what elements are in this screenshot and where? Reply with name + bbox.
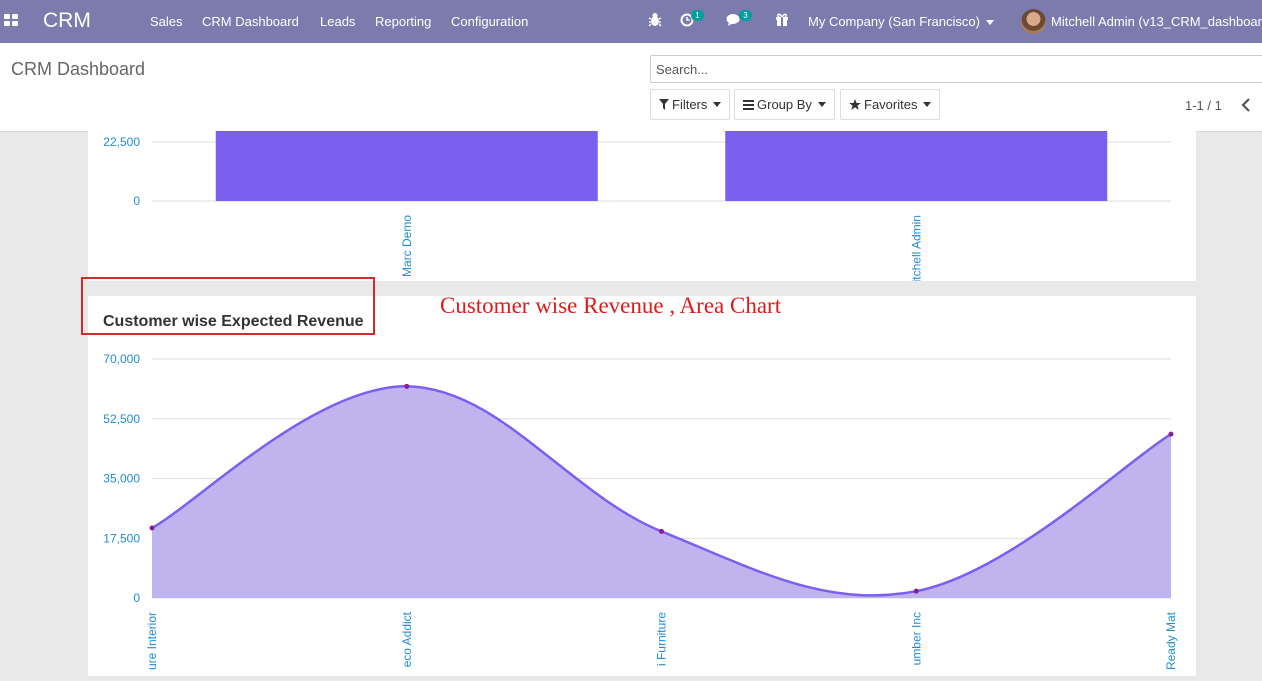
groupby-button[interactable]: Group By [734,89,835,120]
chevron-down-icon [985,20,994,26]
y-tick-label: 52,500 [103,412,140,426]
company-name: My Company (San Francisco) [808,14,980,29]
data-point [659,528,664,534]
menu-leads[interactable]: Leads [320,14,355,29]
data-point [913,588,919,594]
top-navbar: CRM Sales CRM Dashboard Leads Reporting … [0,0,1262,43]
page-title: CRM Dashboard [11,59,146,79]
highlight-box [81,277,375,335]
y-tick-label: 35,000 [103,472,140,486]
x-tick-label: Mitchell Admin [909,215,923,281]
user-menu[interactable]: Mitchell Admin (v13_CRM_dashboard [1051,14,1262,29]
chevron-left-icon[interactable] [1240,98,1252,112]
filter-icon [659,99,669,110]
y-tick-label: 70,000 [103,352,140,366]
chevron-down-icon [923,102,932,107]
filters-button[interactable]: Filters [650,89,731,120]
list-icon [743,99,754,110]
messages-count-badge: 3 [739,10,752,21]
menu-sales[interactable]: Sales [150,14,183,29]
app-brand[interactable]: CRM [43,9,91,33]
x-tick-label: eco Addict [400,611,414,667]
messages-chat-icon[interactable]: 3 [726,10,752,30]
area-chart: 0 17,500 35,000 52,500 70,000 ure Interior eco… [103,352,1178,670]
bar [215,131,598,201]
y-tick-label: 17,500 [103,531,140,545]
x-tick-label: umber Inc [909,612,923,665]
search-input[interactable] [650,55,1262,83]
chevron-down-icon [713,102,722,107]
data-point [149,525,155,531]
area-fill [152,386,1171,598]
debug-bug-icon[interactable] [648,12,662,30]
data-point [404,383,410,389]
filters-label: Filters [672,97,708,112]
x-tick-label: i Furniture [655,612,669,666]
activity-clock-icon[interactable]: 1 [680,10,704,30]
x-tick-label: Marc Demo [400,215,414,277]
y-tick-label: 22,500 [103,135,140,149]
chevron-down-icon [817,102,826,107]
favorites-label: Favorites [864,97,918,112]
pager-value: 1-1 / 1 [1185,98,1222,113]
customer-revenue-chart-card: 0 17,500 35,000 52,500 70,000 ure Interior eco… [88,296,1196,676]
menu-crm-dashboard[interactable]: CRM Dashboard [202,14,299,29]
data-point [1168,431,1174,437]
user-avatar[interactable] [1021,9,1046,34]
x-tick-label: ure Interior [145,612,159,670]
y-tick-label: 0 [133,194,140,208]
activity-count-badge: 1 [691,10,704,21]
gift-icon[interactable] [775,12,789,29]
annotation-text: Customer wise Revenue , Area Chart [440,293,782,318]
x-tick-label: Ready Mat [1164,611,1178,670]
menu-configuration[interactable]: Configuration [451,14,528,29]
apps-menu-icon[interactable] [4,14,18,28]
bar-chart: 0 22,500 Marc Demo Mitchell Admin [103,131,1171,292]
groupby-label: Group By [757,97,812,112]
menu-reporting[interactable]: Reporting [375,14,431,29]
y-tick-label: 0 [133,591,140,605]
company-switcher[interactable]: My Company (San Francisco) [808,14,994,29]
star-icon [849,99,861,110]
control-panel: CRM Dashboard Filters Group By Favorites… [0,43,1262,132]
bar [725,131,1108,201]
favorites-button[interactable]: Favorites [840,89,941,120]
salesperson-chart-card: 0 22,500 Marc Demo Mitchell Admin [88,131,1196,292]
